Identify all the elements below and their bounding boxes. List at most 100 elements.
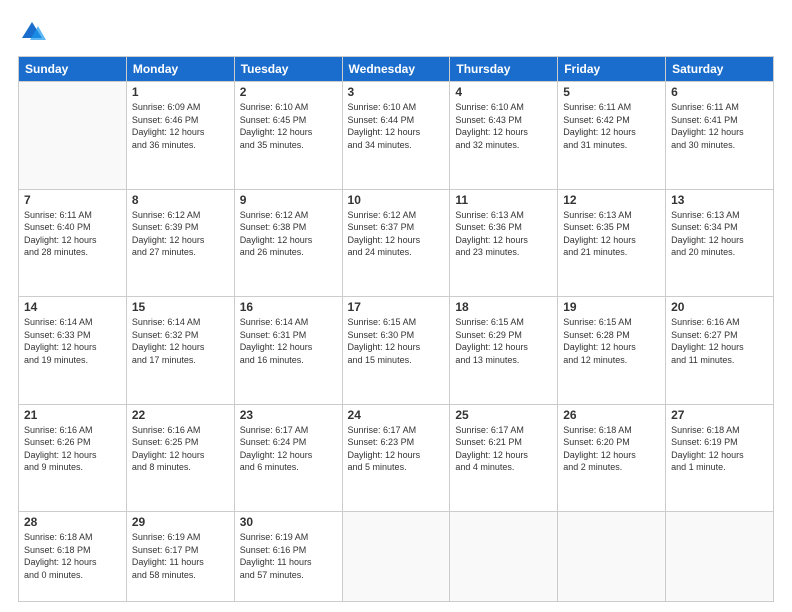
weekday-thursday: Thursday xyxy=(450,57,558,82)
cell-info: Sunrise: 6:18 AM Sunset: 6:19 PM Dayligh… xyxy=(671,424,768,474)
cell-info: Sunrise: 6:19 AM Sunset: 6:17 PM Dayligh… xyxy=(132,531,229,581)
cell-info: Sunrise: 6:12 AM Sunset: 6:37 PM Dayligh… xyxy=(348,209,445,259)
cell-info: Sunrise: 6:18 AM Sunset: 6:20 PM Dayligh… xyxy=(563,424,660,474)
day-number: 15 xyxy=(132,300,229,314)
day-number: 1 xyxy=(132,85,229,99)
calendar-cell: 29 Sunrise: 6:19 AM Sunset: 6:17 PM Dayli… xyxy=(126,512,234,602)
weekday-header-row: SundayMondayTuesdayWednesdayThursdayFrid… xyxy=(19,57,774,82)
calendar-cell: 17Sunrise: 6:15 AM Sunset: 6:30 PM Dayli… xyxy=(342,297,450,405)
cell-info: Sunrise: 6:15 AM Sunset: 6:29 PM Dayligh… xyxy=(455,316,552,366)
calendar-body: 1 Sunrise: 6:09 AM Sunset: 6:46 PM Daylig… xyxy=(19,82,774,602)
day-number: 26 xyxy=(563,408,660,422)
cell-info: Sunrise: 6:10 AM Sunset: 6:44 PM Dayligh… xyxy=(348,101,445,151)
day-number: 23 xyxy=(240,408,337,422)
cell-info: Sunrise: 6:11 AM Sunset: 6:42 PM Dayligh… xyxy=(563,101,660,151)
calendar-cell: 3 Sunrise: 6:10 AM Sunset: 6:44 PM Daylig… xyxy=(342,82,450,190)
calendar-cell: 30Sunrise: 6:19 AM Sunset: 6:16 PM Dayli… xyxy=(234,512,342,602)
day-number: 27 xyxy=(671,408,768,422)
cell-info: Sunrise: 6:19 AM Sunset: 6:16 PM Dayligh… xyxy=(240,531,337,581)
day-number: 21 xyxy=(24,408,121,422)
day-number: 3 xyxy=(348,85,445,99)
day-number: 8 xyxy=(132,193,229,207)
calendar-cell xyxy=(666,512,774,602)
cell-info: Sunrise: 6:10 AM Sunset: 6:43 PM Dayligh… xyxy=(455,101,552,151)
calendar-cell: 12Sunrise: 6:13 AM Sunset: 6:35 PM Dayli… xyxy=(558,189,666,297)
cell-info: Sunrise: 6:18 AM Sunset: 6:18 PM Dayligh… xyxy=(24,531,121,581)
calendar-cell: 15 Sunrise: 6:14 AM Sunset: 6:32 PM Dayli… xyxy=(126,297,234,405)
weekday-saturday: Saturday xyxy=(666,57,774,82)
cell-info: Sunrise: 6:10 AM Sunset: 6:45 PM Dayligh… xyxy=(240,101,337,151)
calendar-cell xyxy=(450,512,558,602)
cell-info: Sunrise: 6:15 AM Sunset: 6:28 PM Dayligh… xyxy=(563,316,660,366)
calendar-cell: 14 Sunrise: 6:14 AM Sunset: 6:33 PM Dayli… xyxy=(19,297,127,405)
cell-info: Sunrise: 6:17 AM Sunset: 6:21 PM Dayligh… xyxy=(455,424,552,474)
weekday-sunday: Sunday xyxy=(19,57,127,82)
cell-info: Sunrise: 6:17 AM Sunset: 6:23 PM Dayligh… xyxy=(348,424,445,474)
calendar-cell: 7 Sunrise: 6:11 AM Sunset: 6:40 PM Daylig… xyxy=(19,189,127,297)
calendar-cell: 19 Sunrise: 6:15 AM Sunset: 6:28 PM Dayli… xyxy=(558,297,666,405)
header xyxy=(18,18,774,46)
day-number: 10 xyxy=(348,193,445,207)
cell-info: Sunrise: 6:16 AM Sunset: 6:25 PM Dayligh… xyxy=(132,424,229,474)
day-number: 14 xyxy=(24,300,121,314)
day-number: 9 xyxy=(240,193,337,207)
cell-info: Sunrise: 6:15 AM Sunset: 6:30 PM Dayligh… xyxy=(348,316,445,366)
calendar-cell: 24 Sunrise: 6:17 AM Sunset: 6:23 PM Dayli… xyxy=(342,404,450,512)
day-number: 28 xyxy=(24,515,121,529)
logo xyxy=(18,18,50,46)
calendar-cell: 21 Sunrise: 6:16 AM Sunset: 6:26 PM Dayli… xyxy=(19,404,127,512)
calendar-cell: 28 Sunrise: 6:18 AM Sunset: 6:18 PM Dayli… xyxy=(19,512,127,602)
cell-info: Sunrise: 6:09 AM Sunset: 6:46 PM Dayligh… xyxy=(132,101,229,151)
cell-info: Sunrise: 6:11 AM Sunset: 6:40 PM Dayligh… xyxy=(24,209,121,259)
calendar-cell: 18 Sunrise: 6:15 AM Sunset: 6:29 PM Dayli… xyxy=(450,297,558,405)
day-number: 2 xyxy=(240,85,337,99)
day-number: 16 xyxy=(240,300,337,314)
cell-info: Sunrise: 6:14 AM Sunset: 6:32 PM Dayligh… xyxy=(132,316,229,366)
day-number: 20 xyxy=(671,300,768,314)
day-number: 18 xyxy=(455,300,552,314)
weekday-wednesday: Wednesday xyxy=(342,57,450,82)
calendar-cell: 8 Sunrise: 6:12 AM Sunset: 6:39 PM Daylig… xyxy=(126,189,234,297)
cell-info: Sunrise: 6:16 AM Sunset: 6:26 PM Dayligh… xyxy=(24,424,121,474)
calendar-cell: 11 Sunrise: 6:13 AM Sunset: 6:36 PM Dayli… xyxy=(450,189,558,297)
calendar-cell: 1 Sunrise: 6:09 AM Sunset: 6:46 PM Daylig… xyxy=(126,82,234,190)
calendar-cell: 22 Sunrise: 6:16 AM Sunset: 6:25 PM Dayli… xyxy=(126,404,234,512)
day-number: 13 xyxy=(671,193,768,207)
day-number: 11 xyxy=(455,193,552,207)
week-row-3: 14 Sunrise: 6:14 AM Sunset: 6:33 PM Dayli… xyxy=(19,297,774,405)
calendar-cell: 2 Sunrise: 6:10 AM Sunset: 6:45 PM Daylig… xyxy=(234,82,342,190)
week-row-2: 7 Sunrise: 6:11 AM Sunset: 6:40 PM Daylig… xyxy=(19,189,774,297)
day-number: 12 xyxy=(563,193,660,207)
day-number: 22 xyxy=(132,408,229,422)
day-number: 7 xyxy=(24,193,121,207)
day-number: 29 xyxy=(132,515,229,529)
day-number: 5 xyxy=(563,85,660,99)
cell-info: Sunrise: 6:17 AM Sunset: 6:24 PM Dayligh… xyxy=(240,424,337,474)
day-number: 4 xyxy=(455,85,552,99)
calendar-cell: 5 Sunrise: 6:11 AM Sunset: 6:42 PM Daylig… xyxy=(558,82,666,190)
cell-info: Sunrise: 6:16 AM Sunset: 6:27 PM Dayligh… xyxy=(671,316,768,366)
calendar-cell: 23 Sunrise: 6:17 AM Sunset: 6:24 PM Dayli… xyxy=(234,404,342,512)
page: SundayMondayTuesdayWednesdayThursdayFrid… xyxy=(0,0,792,612)
calendar-cell: 9 Sunrise: 6:12 AM Sunset: 6:38 PM Daylig… xyxy=(234,189,342,297)
week-row-5: 28 Sunrise: 6:18 AM Sunset: 6:18 PM Dayli… xyxy=(19,512,774,602)
day-number: 19 xyxy=(563,300,660,314)
cell-info: Sunrise: 6:12 AM Sunset: 6:38 PM Dayligh… xyxy=(240,209,337,259)
cell-info: Sunrise: 6:14 AM Sunset: 6:33 PM Dayligh… xyxy=(24,316,121,366)
logo-icon xyxy=(18,18,46,46)
day-number: 25 xyxy=(455,408,552,422)
day-number: 24 xyxy=(348,408,445,422)
calendar: SundayMondayTuesdayWednesdayThursdayFrid… xyxy=(18,56,774,602)
weekday-monday: Monday xyxy=(126,57,234,82)
cell-info: Sunrise: 6:12 AM Sunset: 6:39 PM Dayligh… xyxy=(132,209,229,259)
calendar-cell xyxy=(19,82,127,190)
cell-info: Sunrise: 6:11 AM Sunset: 6:41 PM Dayligh… xyxy=(671,101,768,151)
calendar-cell: 27 Sunrise: 6:18 AM Sunset: 6:19 PM Dayli… xyxy=(666,404,774,512)
calendar-cell: 16Sunrise: 6:14 AM Sunset: 6:31 PM Dayli… xyxy=(234,297,342,405)
week-row-4: 21 Sunrise: 6:16 AM Sunset: 6:26 PM Dayli… xyxy=(19,404,774,512)
calendar-cell: 4 Sunrise: 6:10 AM Sunset: 6:43 PM Daylig… xyxy=(450,82,558,190)
cell-info: Sunrise: 6:13 AM Sunset: 6:34 PM Dayligh… xyxy=(671,209,768,259)
calendar-cell xyxy=(342,512,450,602)
calendar-cell: 13 Sunrise: 6:13 AM Sunset: 6:34 PM Dayli… xyxy=(666,189,774,297)
cell-info: Sunrise: 6:13 AM Sunset: 6:36 PM Dayligh… xyxy=(455,209,552,259)
